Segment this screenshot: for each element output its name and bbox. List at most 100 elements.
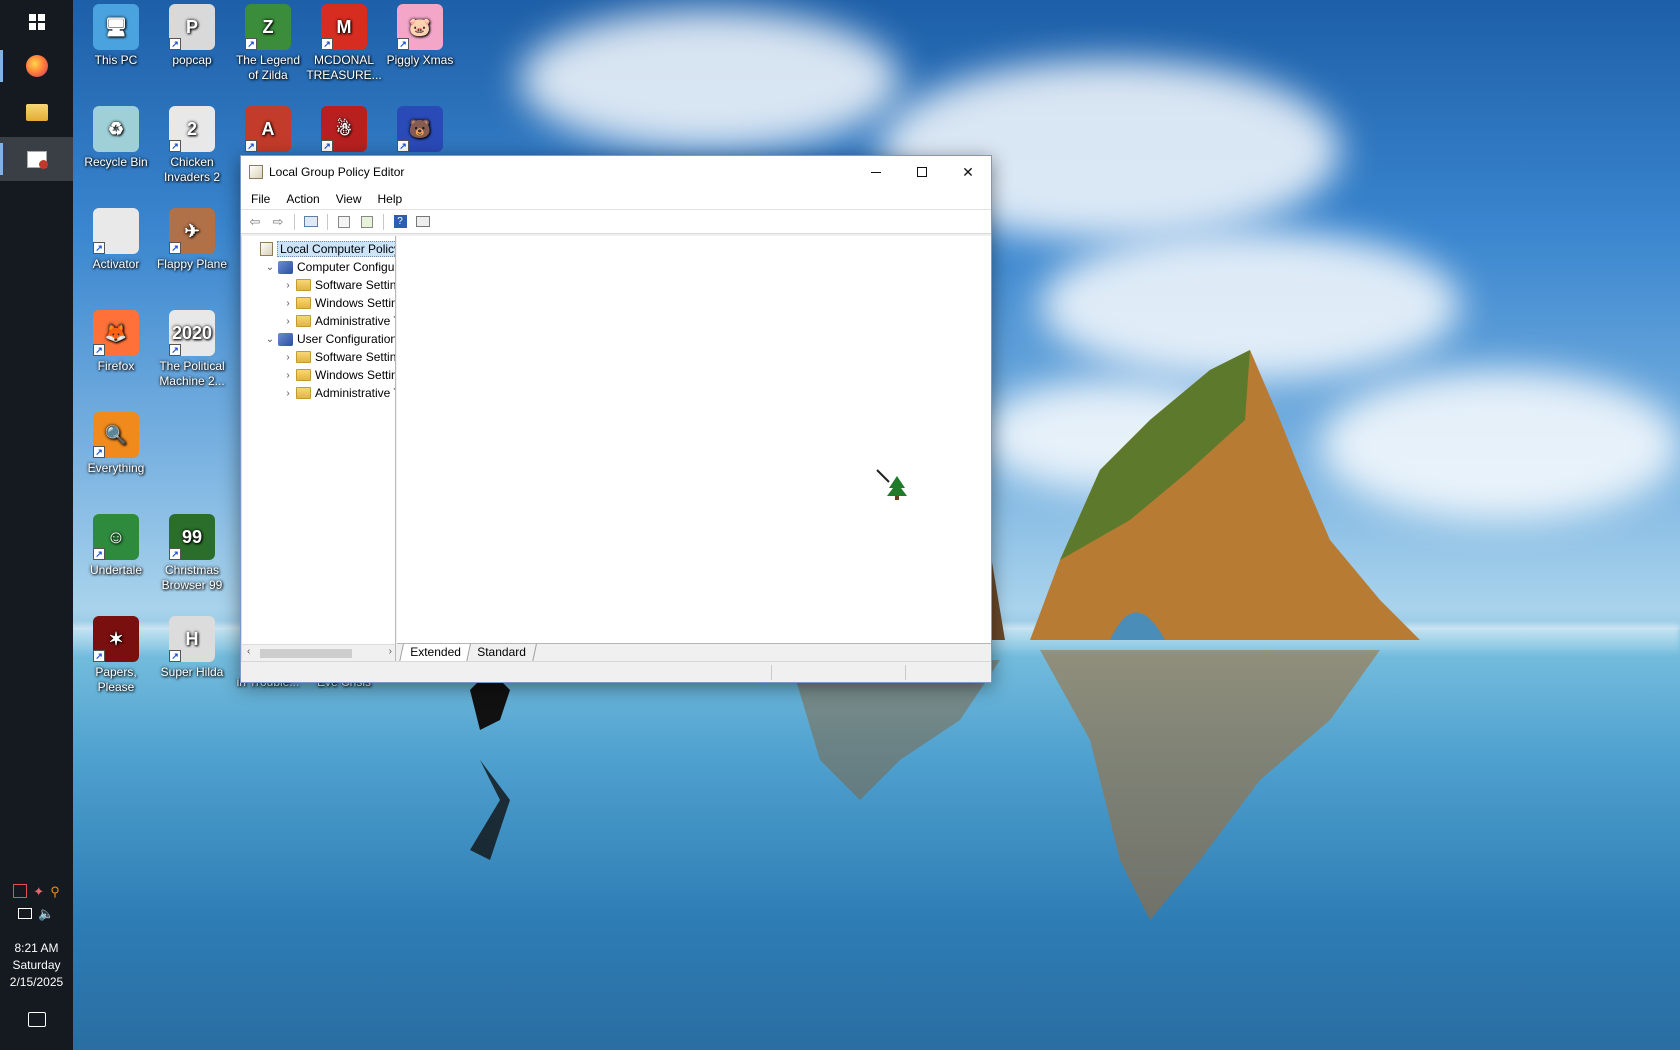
scroll-left-icon[interactable]: ‹: [247, 646, 250, 657]
expand-chevron-icon[interactable]: ›: [282, 316, 294, 327]
minimize-button[interactable]: [853, 156, 899, 188]
action-center-icon[interactable]: [28, 1012, 46, 1027]
desktop-icon[interactable]: Z ↗ The Legend of Zilda: [230, 4, 306, 83]
desktop-icon[interactable]: ✶ ↗ Papers, Please: [78, 616, 154, 695]
properties-button[interactable]: [334, 213, 354, 231]
expand-chevron-icon[interactable]: ›: [282, 388, 294, 399]
tree-node[interactable]: › Software Settings: [282, 276, 396, 294]
expand-chevron-icon[interactable]: ›: [282, 370, 294, 381]
maximize-button[interactable]: [899, 156, 945, 188]
volume-icon[interactable]: 🔈: [38, 906, 54, 922]
taskbar-file-explorer[interactable]: [0, 90, 73, 134]
export-list-button[interactable]: [357, 213, 377, 231]
forward-button[interactable]: ⇨: [268, 213, 288, 231]
tab-standard[interactable]: Standard: [465, 644, 537, 662]
action-pane-icon: [416, 216, 430, 227]
tree-node[interactable]: Local Computer Policy: [246, 240, 395, 258]
desktop-icon[interactable]: ☃ ↗: [306, 106, 382, 155]
app-glyph-icon: 2020: [171, 322, 213, 343]
tree-node[interactable]: › Administrative Templates: [282, 312, 395, 330]
menu-action[interactable]: Action: [278, 192, 327, 206]
show-action-pane-button[interactable]: [413, 213, 433, 231]
group-policy-editor-window[interactable]: Local Group Policy Editor ✕ File Action …: [240, 155, 992, 683]
desktop-icon[interactable]: ♻ Recycle Bin: [78, 106, 154, 170]
menu-file[interactable]: File: [243, 192, 278, 206]
desktop-icon[interactable]: 99 ↗ Christmas Browser 99: [154, 514, 230, 593]
app-glyph-icon: ☃: [335, 118, 353, 139]
desktop-icon-label: Activator: [92, 257, 140, 271]
show-hide-tree-button[interactable]: [301, 213, 321, 231]
shortcut-arrow-icon: ↗: [397, 38, 409, 50]
folder-icon: [25, 103, 48, 121]
tree-node[interactable]: › Windows Settings: [282, 294, 395, 312]
desktop-icon[interactable]: 2020 ↗ The Political Machine 2...: [154, 310, 230, 389]
app-glyph-icon: Z: [262, 16, 274, 37]
desktop-icon-label: Papers, Please: [95, 665, 137, 694]
title-bar[interactable]: Local Group Policy Editor ✕: [241, 156, 991, 188]
folder-icon: [296, 279, 311, 291]
desktop-icon[interactable]: 🐷 ↗ Piggly Xmas: [382, 4, 458, 68]
search-app-icon[interactable]: ⚲: [50, 884, 60, 900]
app-shortcut-icon: M ↗: [321, 4, 367, 50]
tree-node[interactable]: ⌄ User Configuration: [264, 330, 395, 348]
tab-standard-label: Standard: [476, 645, 526, 659]
tree-node[interactable]: › Administrative Templates: [282, 384, 395, 402]
tree-horizontal-scrollbar[interactable]: ‹ ›: [242, 644, 395, 661]
close-button[interactable]: ✕: [945, 156, 991, 188]
app-glyph-icon: H: [185, 628, 199, 649]
desktop-icon[interactable]: P ↗ popcap: [154, 4, 230, 68]
close-icon: ✕: [962, 163, 974, 180]
collapse-chevron-icon[interactable]: ⌄: [264, 262, 276, 273]
desktop-icon[interactable]: 🐻 ↗: [382, 106, 458, 155]
desktop-icon[interactable]: 🔍 ↗ Everything: [78, 412, 154, 476]
desktop-icon[interactable]: ✈ ↗ Flappy Plane: [154, 208, 230, 272]
tree-node[interactable]: › Windows Settings: [282, 366, 395, 384]
details-pane[interactable]: [397, 236, 991, 643]
taskbar-group-policy-editor[interactable]: [0, 137, 73, 181]
tab-extended[interactable]: Extended: [399, 644, 472, 662]
menu-help[interactable]: Help: [370, 192, 411, 206]
expand-chevron-icon[interactable]: ›: [282, 298, 294, 309]
policy-document-icon: [260, 242, 273, 256]
app-glyph-icon: ♻: [107, 118, 125, 139]
tray-icons-row-1: ✦ ⚲: [0, 884, 73, 900]
status-segment: [771, 665, 772, 680]
desktop-icon-label: Piggly Xmas: [386, 53, 454, 67]
desktop-icon[interactable]: ↗ Activator: [78, 208, 154, 272]
tree-node[interactable]: › Software Settings: [282, 348, 395, 366]
tree-node-label: Software Settings: [315, 278, 396, 292]
scroll-right-icon[interactable]: ›: [389, 646, 392, 657]
app-shortcut-icon: ↗: [93, 208, 139, 254]
desktop-icon[interactable]: 2 ↗ Chicken Invaders 2: [154, 106, 230, 185]
tree-node-label: Administrative Templates: [315, 314, 395, 328]
menu-view[interactable]: View: [328, 192, 370, 206]
shortcut-arrow-icon: ↗: [169, 548, 181, 560]
desktop-icon[interactable]: 🖥 This PC: [78, 4, 154, 68]
app-shortcut-icon: Z ↗: [245, 4, 291, 50]
start-button[interactable]: [0, 0, 73, 44]
shortcut-arrow-icon: ↗: [169, 242, 181, 254]
system-clock[interactable]: 8:21 AM Saturday 2/15/2025: [0, 940, 73, 991]
app-shortcut-icon: ☃ ↗: [321, 106, 367, 152]
scroll-thumb[interactable]: [260, 649, 352, 658]
collapse-chevron-icon[interactable]: ⌄: [264, 334, 276, 345]
folder-icon: [296, 315, 311, 327]
screen-tool-icon[interactable]: [13, 884, 28, 898]
expand-chevron-icon[interactable]: ›: [282, 280, 294, 291]
desktop-icon[interactable]: H ↗ Super Hilda: [154, 616, 230, 680]
tree-node[interactable]: ⌄ Computer Configuration: [264, 258, 395, 276]
back-button[interactable]: ⇦: [245, 213, 265, 231]
desktop-icon[interactable]: 🦊 ↗ Firefox: [78, 310, 154, 374]
taskbar: ✦ ⚲ 🔈 8:21 AM Saturday 2/15/2025: [0, 0, 73, 1050]
desktop-icon[interactable]: A ↗: [230, 106, 306, 155]
network-app-icon[interactable]: ✦: [33, 884, 44, 900]
console-tree[interactable]: Local Computer Policy⌄Computer Configura…: [241, 236, 396, 661]
app-shortcut-icon: ✶ ↗: [93, 616, 139, 662]
desktop-icon[interactable]: M ↗ MCDONAL TREASURE...: [306, 4, 382, 83]
desktop-icon[interactable]: ☺ ↗ Undertale: [78, 514, 154, 578]
help-button[interactable]: ?: [390, 213, 410, 231]
app-glyph-icon: ✶: [108, 628, 124, 649]
expand-chevron-icon[interactable]: ›: [282, 352, 294, 363]
taskbar-firefox[interactable]: [0, 44, 73, 88]
network-icon[interactable]: [18, 908, 33, 919]
